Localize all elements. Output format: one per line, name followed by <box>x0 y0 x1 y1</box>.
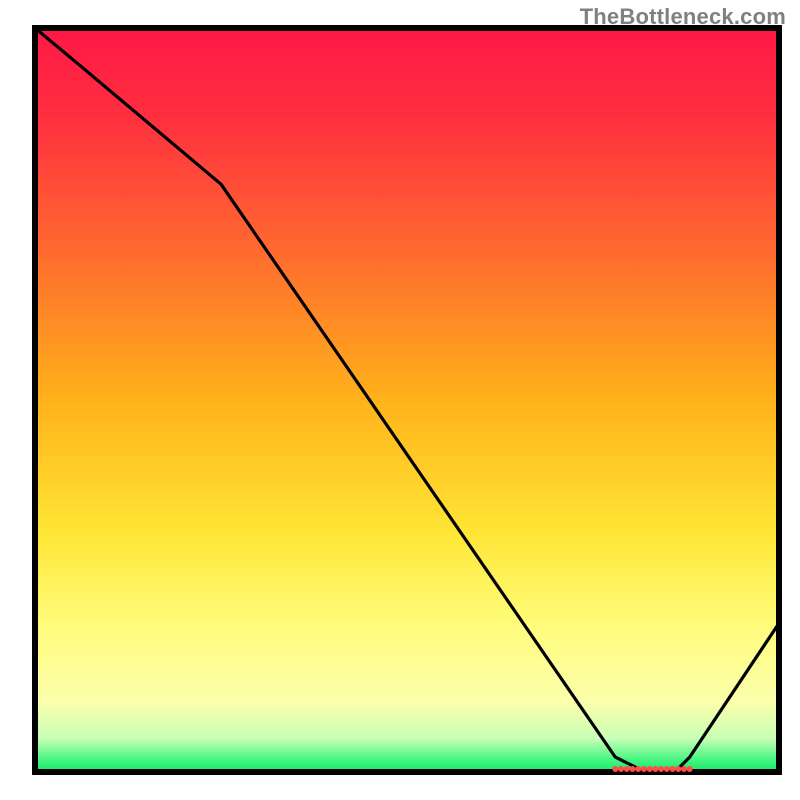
optimal-zone-dot <box>675 766 681 772</box>
optimal-zone-dot <box>641 766 647 772</box>
watermark-text: TheBottleneck.com <box>580 4 786 30</box>
optimal-zone-dot <box>664 766 670 772</box>
optimal-zone-dot <box>687 766 693 772</box>
optimal-zone-dot <box>647 766 653 772</box>
optimal-zone-dot <box>630 766 636 772</box>
optimal-zone-dot <box>670 766 676 772</box>
optimal-zone-dot <box>624 766 630 772</box>
optimal-zone-dot <box>618 766 624 772</box>
optimal-zone-dot <box>652 766 658 772</box>
optimal-zone-dot <box>681 766 687 772</box>
optimal-zone-dot <box>635 766 641 772</box>
chart-canvas <box>0 0 800 800</box>
bottleneck-chart: TheBottleneck.com <box>0 0 800 800</box>
optimal-zone-dot <box>612 766 618 772</box>
optimal-zone-dot <box>658 766 664 772</box>
plot-background <box>35 28 779 772</box>
